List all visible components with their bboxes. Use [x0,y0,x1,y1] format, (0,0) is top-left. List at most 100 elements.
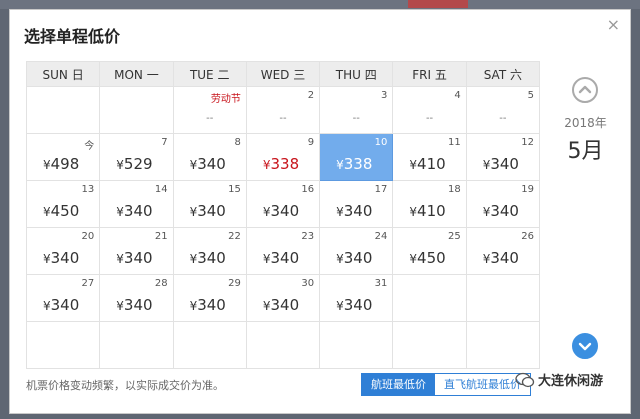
calendar-day-cell[interactable]: 10 ¥338 [319,133,394,181]
day-number: 3 [381,90,388,101]
day-number: 29 [228,278,241,289]
day-number: 22 [228,231,241,242]
calendar-day-cell[interactable]: 16 ¥340 [245,180,321,228]
day-number: 2 [307,90,315,101]
day-number: 11 [447,137,461,148]
calendar-day-cell[interactable]: 14 ¥340 [99,180,174,228]
weekday-header: SAT 六 [465,61,541,87]
fare-amount: 340 [197,202,226,220]
day-number: 17 [374,184,388,195]
calendar-day-cell[interactable]: 3 -- [319,86,394,134]
day-number: 12 [521,137,534,148]
calendar-day-cell[interactable]: 4 -- [392,86,467,134]
fare-amount: 340 [123,296,153,314]
chevron-up-icon[interactable] [572,77,598,103]
weekday-header-row: SUN 日 MON 一 TUE 二 WED 三 THU 四 FRI 五 SAT 六 [25,61,541,87]
fare-amount: 338 [270,155,300,173]
calendar-day-cell[interactable]: 22 ¥340 [172,227,247,275]
fare-price: ¥529 [116,155,152,173]
calendar-day-cell[interactable]: 30 ¥340 [245,274,321,322]
calendar-day-cell[interactable]: 21 ¥340 [99,227,174,275]
chevron-down-icon[interactable] [572,333,598,359]
calendar-day-cell[interactable]: 5 -- [465,86,541,134]
day-number: 31 [374,278,388,289]
fare-price: ¥340 [336,202,372,220]
calendar-day-cell[interactable]: 25 ¥450 [392,227,467,275]
currency-symbol: ¥ [336,252,344,266]
calendar-day-cell[interactable]: 12 ¥340 [465,133,541,181]
day-number: 10 [374,137,388,148]
weekday-header: SUN 日 [25,61,101,87]
calendar-day-cell[interactable]: 11 ¥410 [392,133,467,181]
currency-symbol: ¥ [116,299,124,313]
weekday-header: TUE 二 [172,61,247,87]
fare-amount: 340 [270,296,300,314]
fare-price: ¥340 [116,296,152,314]
day-number: 18 [447,184,461,195]
currency-symbol: ¥ [409,252,418,266]
calendar-day-cell[interactable]: 23 ¥340 [245,227,321,275]
calendar-week-row: 13 ¥450 14 ¥340 15 ¥340 16 ¥340 17 ¥340 18 ¥410 19 ¥3… [25,180,541,228]
day-number: 28 [154,278,168,289]
calendar-day-cell[interactable]: 8 ¥340 [172,133,247,181]
calendar-day-cell[interactable]: 13 ¥450 [25,180,101,228]
currency-symbol: ¥ [43,205,51,219]
calendar-day-cell[interactable]: 2 -- [245,86,321,134]
calendar-day-cell[interactable]: 24 ¥340 [319,227,394,275]
calendar-day-cell[interactable]: 27 ¥340 [25,274,101,322]
calendar-week-row: 今 ¥498 7 ¥529 8 ¥340 9 ¥338 10 ¥338 11 ¥410 12 ¥340 [25,133,541,181]
currency-symbol: ¥ [116,158,124,172]
calendar-day-cell[interactable]: 31 ¥340 [319,274,394,322]
calendar-day-cell[interactable]: 9 ¥338 [245,133,321,181]
currency-symbol: ¥ [43,158,51,172]
calendar-day-cell[interactable]: 15 ¥340 [172,180,247,228]
calendar-day-cell[interactable]: 18 ¥410 [392,180,467,228]
fare-price: ¥450 [43,202,79,220]
fare-price: ¥340 [336,249,372,267]
close-icon[interactable]: × [607,17,620,33]
calendar-day-cell[interactable]: 28 ¥340 [99,274,174,322]
calendar-day-cell[interactable]: 20 ¥340 [25,227,101,275]
calendar-empty-cell [25,321,101,369]
fare-amount: 340 [270,249,300,267]
day-number: 7 [161,137,168,148]
fare-price: ¥338 [263,155,299,173]
fare-unavailable: -- [279,113,287,124]
calendar-empty-cell [465,274,541,322]
lowest-fare-dialog: 选择单程低价 × SUN 日 MON 一 TUE 二 WED 三 THU 四 FRI 五S… [9,9,631,414]
fare-price: ¥340 [116,249,152,267]
currency-symbol: ¥ [43,252,51,266]
watermark: 大连休闲游 [515,370,603,389]
calendar-day-cell[interactable]: 26 ¥340 [465,227,541,275]
currency-symbol: ¥ [336,299,344,313]
fare-price: ¥340 [336,296,372,314]
calendar-day-cell[interactable]: 劳动节 -- [172,86,247,134]
fare-amount: 338 [343,155,373,173]
fare-amount: 450 [50,202,80,220]
calendar-day-cell[interactable]: 今 ¥498 [25,133,101,181]
day-number: 13 [81,184,95,195]
calendar-day-cell[interactable]: 29 ¥340 [172,274,247,322]
fare-amount: 340 [123,249,153,267]
calendar-empty-cell [465,321,541,369]
currency-symbol: ¥ [336,205,344,219]
calendar-week-row: 27 ¥340 28 ¥340 29 ¥340 30 ¥340 31 ¥340 [25,274,541,322]
fare-amount: 340 [123,202,153,220]
calendar-day-cell[interactable]: 17 ¥340 [319,180,394,228]
day-number: 16 [301,184,315,195]
weekday-header: FRI 五 [392,61,467,87]
fare-amount: 340 [270,202,300,220]
month-navigator: 2018年 5月 [540,61,631,361]
calendar-day-cell[interactable]: 19 ¥340 [465,180,541,228]
calendar-empty-cell [392,274,467,322]
fare-amount: 340 [197,296,226,314]
fare-price: ¥340 [263,296,299,314]
fare-amount: 340 [490,249,519,267]
fare-price: ¥340 [190,249,226,267]
calendar-week-row [25,321,541,369]
calendar-day-cell[interactable]: 7 ¥529 [99,133,174,181]
tab-lowest-fare[interactable]: 航班最低价 [362,374,435,395]
currency-symbol: ¥ [116,205,124,219]
fare-price: ¥340 [43,249,79,267]
month-label: 5月 [567,139,604,164]
